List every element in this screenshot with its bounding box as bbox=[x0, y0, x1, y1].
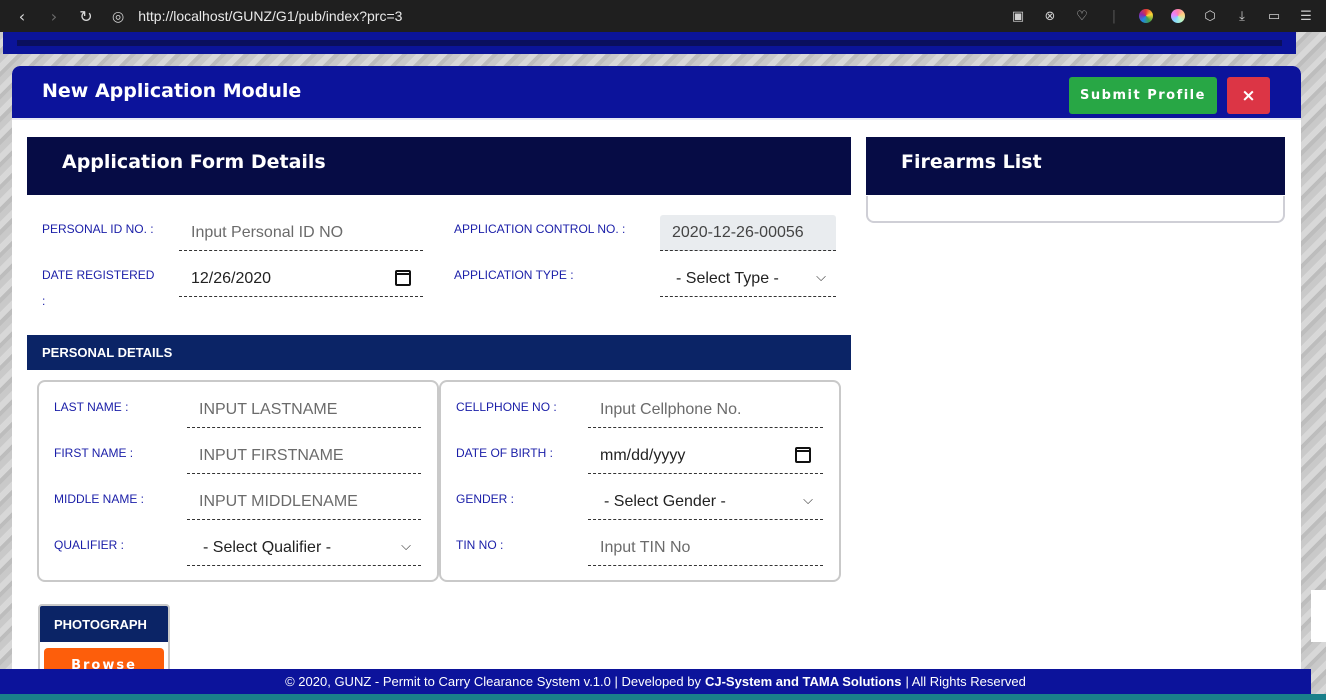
site-navbar bbox=[3, 32, 1296, 54]
modal-title: New Application Module bbox=[42, 80, 302, 102]
tin-input[interactable]: Input TIN No bbox=[588, 530, 823, 566]
calendar-icon[interactable] bbox=[395, 270, 411, 286]
date-registered-input[interactable]: 12/26/2020 bbox=[179, 261, 423, 297]
browser-nav: ‹ › ↻ bbox=[6, 0, 102, 32]
control-no-field: 2020-12-26-00056 bbox=[660, 215, 836, 251]
last-name-input[interactable]: INPUT LASTNAME bbox=[187, 392, 421, 428]
browser-toolbar: ‹ › ↻ ◎ http://localhost/GUNZ/G1/pub/ind… bbox=[0, 0, 1326, 32]
dob-value: mm/dd/yyyy bbox=[600, 446, 686, 464]
dob-label: DATE OF BIRTH : bbox=[456, 446, 553, 460]
footer-text: © 2020, GUNZ - Permit to Carry Clearance… bbox=[285, 674, 701, 689]
first-name-label: FIRST NAME : bbox=[54, 446, 134, 460]
application-form-title: Application Form Details bbox=[62, 151, 326, 173]
globe-icon: ◎ bbox=[112, 7, 125, 24]
cellphone-input[interactable]: Input Cellphone No. bbox=[588, 392, 823, 428]
bottom-strip bbox=[0, 694, 1326, 700]
middle-name-label: MIDDLE NAME : bbox=[54, 492, 145, 506]
chevron-down-icon: ⌵ bbox=[816, 269, 826, 284]
photograph-header: PHOTOGRAPH bbox=[40, 606, 168, 642]
application-modal: New Application Module Submit Profile × … bbox=[12, 66, 1301, 676]
personal-id-label: PERSONAL ID NO. : bbox=[42, 222, 154, 236]
dob-input[interactable]: mm/dd/yyyy bbox=[588, 438, 823, 474]
cellphone-label: CELLPHONE NO : bbox=[456, 400, 557, 414]
application-type-value: - Select Type - bbox=[676, 269, 779, 287]
color-wheel-icon[interactable] bbox=[1136, 6, 1156, 26]
application-type-label: APPLICATION TYPE : bbox=[454, 268, 574, 282]
gender-select[interactable]: - Select Gender - ⌵ bbox=[588, 484, 823, 520]
first-name-input[interactable]: INPUT FIRSTNAME bbox=[187, 438, 421, 474]
close-button[interactable]: × bbox=[1227, 77, 1270, 114]
personal-id-input[interactable]: Input Personal ID NO bbox=[179, 215, 423, 251]
reload-icon[interactable]: ↻ bbox=[70, 0, 102, 32]
tin-label: TIN NO : bbox=[456, 538, 504, 552]
chevron-down-icon: ⌵ bbox=[803, 492, 813, 507]
browser-tools: ▣ ⊗ ♡ | ⬡ ⤓ ▭ ☰ bbox=[1008, 0, 1316, 32]
firearms-list-header: Firearms List bbox=[866, 137, 1285, 195]
last-name-label: LAST NAME : bbox=[54, 400, 129, 414]
chevron-down-icon: ⌵ bbox=[401, 538, 411, 553]
submit-profile-button[interactable]: Submit Profile bbox=[1069, 77, 1217, 114]
back-icon[interactable]: ‹ bbox=[6, 0, 38, 32]
personal-details-header: PERSONAL DETAILS bbox=[27, 335, 851, 370]
application-form-header: Application Form Details bbox=[27, 137, 851, 195]
download-icon[interactable]: ⤓ bbox=[1232, 6, 1252, 26]
footer: © 2020, GUNZ - Permit to Carry Clearance… bbox=[0, 669, 1311, 694]
gender-value: - Select Gender - bbox=[604, 492, 726, 510]
forward-icon[interactable]: › bbox=[38, 0, 70, 32]
qualifier-value: - Select Qualifier - bbox=[203, 538, 332, 556]
battery-icon[interactable]: ▭ bbox=[1264, 6, 1284, 26]
separator-icon: | bbox=[1111, 8, 1117, 24]
firearms-list-title: Firearms List bbox=[901, 151, 1042, 173]
application-type-select[interactable]: - Select Type - ⌵ bbox=[660, 261, 836, 297]
photograph-card: PHOTOGRAPH Browse bbox=[38, 604, 170, 676]
middle-name-input[interactable]: INPUT MIDDLENAME bbox=[187, 484, 421, 520]
control-no-label: APPLICATION CONTROL NO. : bbox=[454, 222, 626, 236]
block-icon[interactable]: ⊗ bbox=[1040, 6, 1060, 26]
calendar-icon[interactable] bbox=[795, 447, 811, 463]
date-registered-value: 12/26/2020 bbox=[191, 269, 272, 287]
address-bar[interactable]: ◎ http://localhost/GUNZ/G1/pub/index?prc… bbox=[112, 8, 402, 25]
cube-icon[interactable]: ⬡ bbox=[1200, 6, 1220, 26]
palette-icon[interactable] bbox=[1168, 6, 1188, 26]
modal-header: New Application Module Submit Profile × bbox=[12, 66, 1301, 120]
close-icon: × bbox=[1241, 85, 1256, 106]
menu-icon[interactable]: ☰ bbox=[1296, 6, 1316, 26]
qualifier-label: QUALIFIER : bbox=[54, 538, 125, 552]
date-registered-label: DATE REGISTERED bbox=[42, 268, 155, 282]
qualifier-select[interactable]: - Select Qualifier - ⌵ bbox=[187, 530, 421, 566]
heart-icon[interactable]: ♡ bbox=[1072, 6, 1092, 26]
url-text[interactable]: http://localhost/GUNZ/G1/pub/index?prc=3 bbox=[138, 8, 402, 24]
footer-developer: CJ-System and TAMA Solutions bbox=[704, 674, 902, 689]
scrollbar[interactable] bbox=[1311, 590, 1326, 642]
footer-rights: | All Rights Reserved bbox=[905, 674, 1026, 689]
firearms-list bbox=[866, 196, 1285, 223]
camera-icon[interactable]: ▣ bbox=[1008, 6, 1028, 26]
date-registered-colon: : bbox=[42, 294, 46, 308]
gender-label: GENDER : bbox=[456, 492, 515, 506]
